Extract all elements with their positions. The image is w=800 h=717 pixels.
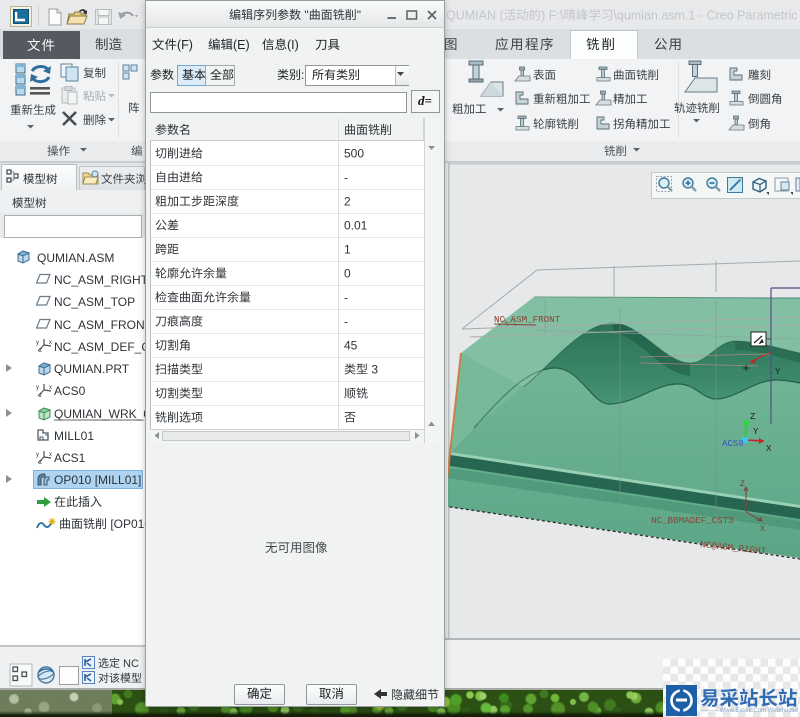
svg-text:NC_ASM_FRONT: NC_ASM_FRONT [494, 314, 561, 325]
svg-text:z: z [39, 348, 42, 353]
svg-text:Z: Z [740, 480, 745, 489]
svg-text:X: X [760, 525, 765, 534]
svg-text:x: x [49, 452, 52, 458]
svg-text:Y: Y [775, 367, 781, 377]
svg-text:x: x [49, 385, 52, 391]
svg-text:z: z [39, 460, 42, 465]
svg-text:ACS0: ACS0 [722, 439, 744, 449]
svg-text:Z: Z [750, 412, 756, 422]
svg-text:y: y [36, 452, 39, 458]
svg-text:X: X [766, 444, 772, 454]
svg-text:y: y [36, 340, 39, 346]
svg-text:z: z [39, 393, 42, 398]
svg-text:y: y [36, 385, 39, 391]
svg-text:Y: Y [749, 502, 754, 511]
svg-text:x: x [49, 340, 52, 346]
svg-text:Y: Y [753, 427, 759, 437]
svg-text:NC_BBMADEF_CST3: NC_BBMADEF_CST3 [651, 515, 734, 526]
